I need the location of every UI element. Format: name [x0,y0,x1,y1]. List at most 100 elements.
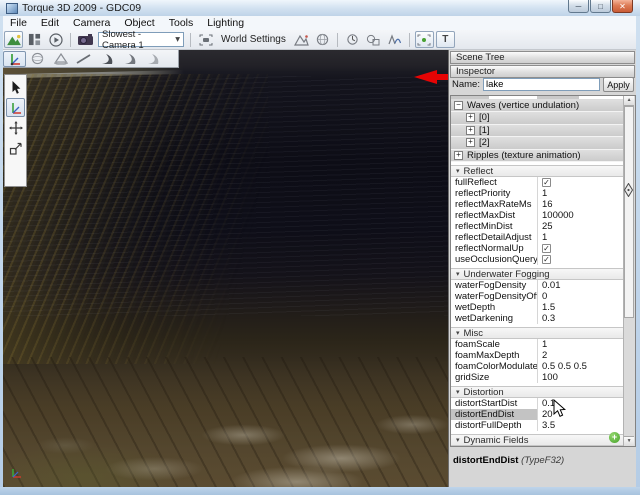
property-value[interactable]: 0.1 [538,398,623,409]
datablocks-button[interactable] [385,31,404,48]
section-header-reflect[interactable]: ▾ Reflect [451,165,624,177]
property-value[interactable]: 1 [538,188,623,199]
play-button[interactable] [46,31,65,48]
rotate-tool-button[interactable] [6,118,25,137]
text-tool-button[interactable]: T [435,31,455,48]
menu-edit[interactable]: Edit [34,16,66,30]
close-button[interactable]: ✕ [612,0,633,13]
property-row-foamscale[interactable]: foamScale 1 [451,339,623,350]
world-settings-button[interactable]: World Settings [216,34,291,45]
property-value[interactable]: 0 [538,291,623,302]
checkbox-checked[interactable]: ✓ [542,244,551,253]
viewport-3d[interactable] [3,50,448,487]
property-label: reflectMaxDist [451,210,538,221]
select-tool-button[interactable] [6,78,25,97]
property-row-fullreflect[interactable]: fullReflect ✓ [451,177,623,188]
scroll-up-arrow[interactable]: ▲ [624,96,635,106]
property-value[interactable]: 1 [538,232,623,243]
collapse-icon[interactable]: − [454,100,463,110]
property-row-reflectnormalup[interactable]: reflectNormalUp ✓ [451,243,623,254]
property-row-wetdarkening[interactable]: wetDarkening 0.3 [451,313,623,324]
curve-tool-button-1[interactable] [95,51,118,67]
property-row-reflectpriority[interactable]: reflectPriority 1 [451,188,623,199]
property-row-reflectdetailadjust[interactable]: reflectDetailAdjust 1 [451,232,623,243]
property-row-reflectmaxdist[interactable]: reflectMaxDist 100000 [451,210,623,221]
property-value[interactable]: 3.5 [538,420,623,431]
curve-tool-button-3[interactable] [141,51,164,67]
group-row-1[interactable]: + [1] [451,124,624,137]
property-row-reflectmaxratems[interactable]: reflectMaxRateMs 16 [451,199,623,210]
property-value[interactable]: 0.01 [538,280,623,291]
property-value[interactable]: 1 [538,339,623,350]
editors-button[interactable] [25,31,44,48]
cone-tool-button[interactable] [49,51,72,67]
scene-button[interactable] [4,31,23,48]
window-border-right[interactable] [636,16,640,495]
property-row-distortfulldepth[interactable]: distortFullDepth 3.5 [451,420,623,431]
section-header-misc[interactable]: ▾ Misc [451,327,624,339]
title-bar[interactable]: Torque 3D 2009 - GDC09 ─ □ ✕ [0,0,640,16]
property-scrollbar[interactable]: ▲ ▼ [623,96,635,446]
group-row-waves-vertice-undulation[interactable]: − Waves (vertice undulation) [451,99,624,112]
axis-gizmo-button[interactable] [3,50,26,67]
scroll-down-arrow[interactable]: ▼ [624,436,635,446]
world-globe-button[interactable] [313,31,332,48]
camera-frame-button[interactable] [196,31,215,48]
menu-file[interactable]: File [3,16,34,30]
property-value[interactable]: ✓ [538,177,623,188]
property-value[interactable]: 16 [538,199,623,210]
checkbox-checked[interactable]: ✓ [542,255,551,264]
property-row-waterfogdensityoffset[interactable]: waterFogDensityOffset0 [451,291,623,302]
maximize-button[interactable]: □ [590,0,611,13]
expand-icon[interactable]: + [466,113,475,123]
property-row-gridsize[interactable]: gridSize 100 [451,372,623,383]
group-row-2[interactable]: + [2] [451,137,624,150]
window-border-bottom[interactable] [0,487,640,495]
line-tool-button[interactable] [72,51,95,67]
terrain-button[interactable] [292,31,311,48]
expand-icon[interactable]: + [454,150,463,160]
property-value[interactable]: 100 [538,372,623,383]
expand-icon[interactable]: + [466,125,475,135]
property-row-reflectmindist[interactable]: reflectMinDist 25 [451,221,623,232]
scroll-thumb[interactable] [624,106,635,318]
shapes-button[interactable] [364,31,383,48]
property-value[interactable]: 0.5 0.5 0.5 [538,361,623,372]
property-value[interactable]: 0.3 [538,313,623,324]
group-row-ripples-texture-animation[interactable]: + Ripples (texture animation) [451,149,624,162]
menu-lighting[interactable]: Lighting [200,16,251,30]
camera-button[interactable] [76,31,95,48]
property-value[interactable]: 2 [538,350,623,361]
sphere-tool-button[interactable] [26,51,49,67]
expand-icon[interactable]: + [466,138,475,148]
property-value[interactable]: 25 [538,221,623,232]
curve-tool-button-2[interactable] [118,51,141,67]
camera-select[interactable]: Slowest - Camera 1 ▾ [98,29,184,51]
property-value[interactable]: 100000 [538,210,623,221]
property-value[interactable]: 20 [538,409,623,420]
scale-tool-button[interactable] [6,138,25,157]
section-header-distortion[interactable]: ▾ Distortion [451,386,624,398]
section-header-dynamic-fields[interactable]: ▾ Dynamic Fields [451,434,624,446]
property-row-waterfogdensity[interactable]: waterFogDensity 0.01 [451,280,623,291]
property-value[interactable]: ✓ [538,243,623,254]
property-value[interactable]: 1.5 [538,302,623,313]
apply-button[interactable]: Apply [603,77,634,92]
property-value[interactable]: ✓ [538,254,623,265]
time-of-day-button[interactable] [343,31,362,48]
property-row-distortstartdist[interactable]: distortStartDist 0.1 [451,398,623,409]
section-header-underwater-fogging[interactable]: ▾ Underwater Fogging [451,268,624,280]
checkbox-checked[interactable]: ✓ [542,178,551,187]
property-row-wetdepth[interactable]: wetDepth 1.5 [451,302,623,313]
move-tool-button[interactable] [6,98,25,117]
snap-toggle-button[interactable] [414,31,434,48]
property-row-foammaxdepth[interactable]: foamMaxDepth 2 [451,350,623,361]
minimize-button[interactable]: ─ [568,0,589,13]
add-field-button[interactable]: + [609,432,621,443]
name-input[interactable] [482,78,600,91]
property-row-useocclusionquery[interactable]: useOcclusionQuery ✓ [451,254,623,265]
property-row-foamcolormodulate[interactable]: foamColorModulate 0.5 0.5 0.5 [451,361,623,372]
property-row-distortenddist[interactable]: distortEndDist 20 [451,409,623,420]
scene-tree-header[interactable]: Scene Tree [450,51,635,64]
group-row-0[interactable]: + [0] [451,112,624,125]
